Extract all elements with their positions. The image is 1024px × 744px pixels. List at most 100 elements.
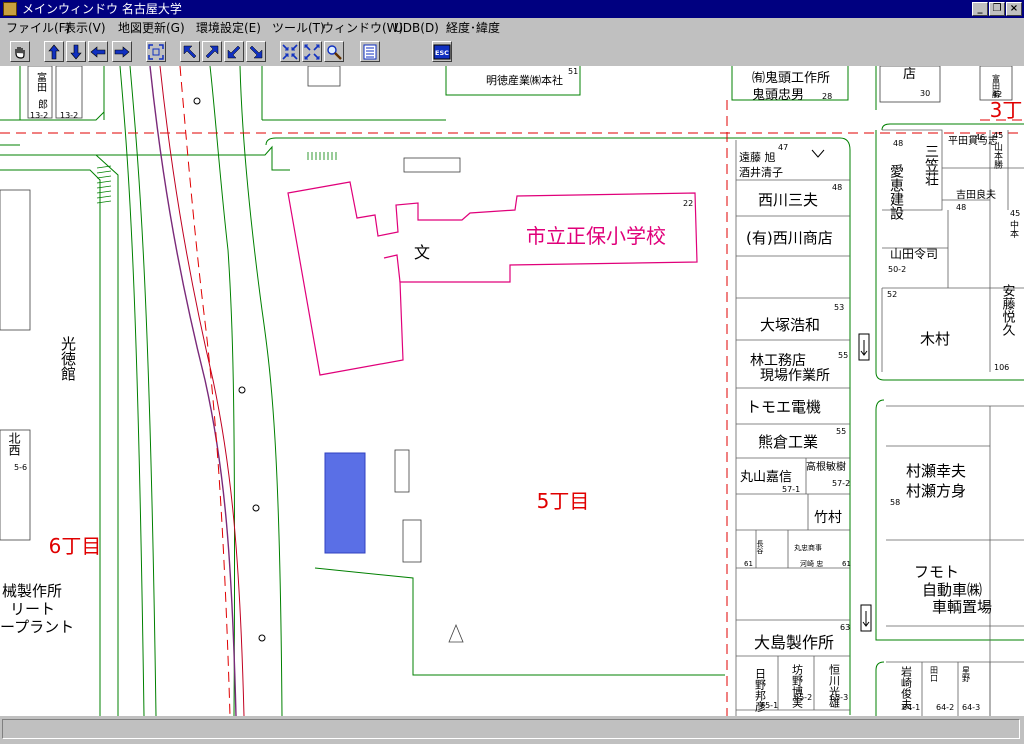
district-3chome-label: 3丁 xyxy=(990,98,1023,122)
building-label-nishikawa: 西川三夫 xyxy=(758,191,818,209)
school-outline xyxy=(287,181,698,376)
svg-text:61: 61 xyxy=(842,560,851,568)
traffic-signal-icon xyxy=(858,333,872,632)
svg-text:山本勝: 山本勝 xyxy=(992,142,1003,170)
zoom-magnifier-icon[interactable] xyxy=(324,41,344,62)
building-label-otsuka: 大塚浩和 xyxy=(760,316,820,334)
parcel-grid xyxy=(735,129,1024,716)
svg-text:45: 45 xyxy=(993,131,1003,140)
svg-text:55: 55 xyxy=(838,351,848,360)
arrow-nw-icon[interactable] xyxy=(180,41,200,62)
building-label-tomoe: トモエ電機 xyxy=(746,398,821,416)
list-icon[interactable] xyxy=(360,41,380,62)
menu-tools[interactable]: ツール(T) xyxy=(272,18,325,38)
svg-text:酒井清子: 酒井清子 xyxy=(739,165,783,179)
svg-text:106: 106 xyxy=(994,363,1009,372)
minimize-icon[interactable]: _ xyxy=(972,2,988,16)
restore-icon[interactable]: ❐ xyxy=(989,2,1005,16)
building-label-fumoto: フモト xyxy=(914,563,959,581)
svg-text:中本: 中本 xyxy=(1008,219,1019,239)
svg-text:村瀬方身: 村瀬方身 xyxy=(906,482,966,500)
svg-text:平田貫与志: 平田貫与志 xyxy=(948,134,998,147)
menu-env-settings[interactable]: 環境設定(E) xyxy=(196,18,261,38)
status-bar xyxy=(0,716,1024,744)
svg-text:吉田良夫: 吉田良夫 xyxy=(956,188,996,201)
stair-marks xyxy=(96,152,337,204)
menu-file[interactable]: ファイル(F) xyxy=(6,18,70,38)
svg-text:丸忠商事: 丸忠商事 xyxy=(794,543,822,552)
svg-text:61: 61 xyxy=(744,560,753,568)
svg-text:55: 55 xyxy=(836,427,846,436)
svg-text:高根敏樹: 高根敏樹 xyxy=(806,460,846,473)
chevron-down-icon xyxy=(811,149,825,158)
building-label-aike: 愛恵建設 xyxy=(888,164,904,220)
svg-text:自動車㈱: 自動車㈱ xyxy=(922,581,982,599)
svg-text:51: 51 xyxy=(568,67,578,76)
svg-text:田口: 田口 xyxy=(930,666,939,682)
svg-text:河崎 忠: 河崎 忠 xyxy=(800,559,823,568)
svg-text:58: 58 xyxy=(890,498,900,507)
zoom-in-icon[interactable] xyxy=(302,41,322,62)
svg-text:45: 45 xyxy=(1010,209,1020,218)
svg-text:64-2: 64-2 xyxy=(936,703,954,712)
svg-text:鬼頭忠男: 鬼頭忠男 xyxy=(752,87,804,103)
building-label-endo: 遠藤 旭 xyxy=(739,150,776,164)
district-5chome-label: 5丁目 xyxy=(537,489,590,513)
svg-text:ESC: ESC xyxy=(435,49,449,57)
fit-view-icon[interactable] xyxy=(146,41,166,62)
building-label-maruyama: 丸山嘉信 xyxy=(740,470,792,485)
building-label-nishikawa-shop: (有)西川商店 xyxy=(746,229,833,247)
svg-text:64-3: 64-3 xyxy=(962,703,980,712)
building-label-takemura: 竹村 xyxy=(814,510,842,526)
zoom-out-icon[interactable] xyxy=(280,41,300,62)
building-label-mikasaso: 三笠荘 xyxy=(923,144,939,186)
svg-text:48: 48 xyxy=(956,203,966,212)
arrow-ne-icon[interactable] xyxy=(202,41,222,62)
svg-text:5-6: 5-6 xyxy=(14,463,27,472)
svg-text:57-1: 57-1 xyxy=(782,485,800,494)
svg-text:65-1: 65-1 xyxy=(760,701,778,710)
building-label-meitoku: 明徳産業㈱本社 xyxy=(486,73,563,87)
svg-text:現場作業所: 現場作業所 xyxy=(760,368,830,384)
building-label-ando: 安藤悦久 xyxy=(1000,284,1016,336)
school-symbol: 文 xyxy=(414,243,430,262)
arrow-down-icon[interactable] xyxy=(66,41,86,62)
arrow-up-icon[interactable] xyxy=(44,41,64,62)
close-icon[interactable]: × xyxy=(1006,2,1022,16)
school-name-label: 市立正保小学校 xyxy=(526,224,666,248)
map-view[interactable]: 5丁目 6丁目 3丁 市立正保小学校 文 22 明徳産業㈱本社 51 ㈲鬼頭工作… xyxy=(0,66,1024,716)
arrow-right-icon[interactable] xyxy=(112,41,132,62)
selected-parcel[interactable] xyxy=(324,452,366,554)
svg-text:63: 63 xyxy=(840,623,850,632)
svg-text:48: 48 xyxy=(832,183,842,192)
menu-window[interactable]: ウィンドウ(W) xyxy=(322,18,403,38)
status-field xyxy=(2,719,1020,739)
title-bar: メインウィンドウ 名古屋大学 _ ❐ × xyxy=(0,0,1024,18)
menu-udb[interactable]: UDB(D) xyxy=(394,18,439,38)
building-label-yamada: 山田令司 xyxy=(890,246,938,261)
district-6chome-label: 6丁目 xyxy=(49,534,102,558)
building-label-oshima: 大島製作所 xyxy=(754,633,834,652)
svg-text:50-2: 50-2 xyxy=(888,265,906,274)
svg-text:13-2: 13-2 xyxy=(60,111,78,120)
svg-text:星野: 星野 xyxy=(962,666,971,682)
window-title: メインウィンドウ 名古屋大学 xyxy=(22,2,182,16)
svg-text:64-1: 64-1 xyxy=(902,703,920,712)
svg-text:郎: 郎 xyxy=(38,98,48,111)
menu-lat-lon[interactable]: 経度･緯度 xyxy=(446,18,500,38)
arrow-se-icon[interactable] xyxy=(246,41,266,62)
map-app-icon[interactable] xyxy=(3,2,17,16)
svg-text:富田: 富田 xyxy=(35,71,47,92)
svg-text:車輌置場: 車輌置場 xyxy=(932,598,992,616)
toolbar: ESC xyxy=(0,38,1024,67)
railway-lines xyxy=(119,66,245,716)
menu-view[interactable]: 表示(V) xyxy=(64,18,106,38)
menu-map-update[interactable]: 地図更新(G) xyxy=(118,18,185,38)
esc-icon[interactable]: ESC xyxy=(432,41,452,62)
svg-text:28: 28 xyxy=(822,92,832,101)
arrow-left-icon[interactable] xyxy=(88,41,108,62)
building-label-murase: 村瀬幸夫 xyxy=(906,462,966,480)
svg-text:13-2: 13-2 xyxy=(30,111,48,120)
hand-icon[interactable] xyxy=(10,41,30,62)
arrow-sw-icon[interactable] xyxy=(224,41,244,62)
